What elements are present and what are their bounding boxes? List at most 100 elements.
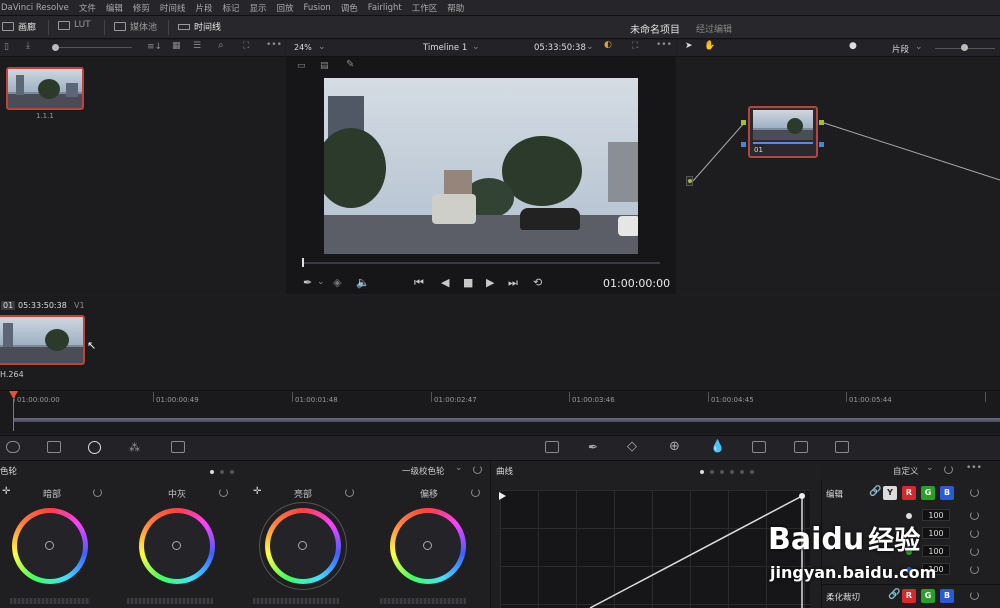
more-options-icon[interactable]: ••• [966, 463, 982, 473]
rgb-mixer-icon[interactable]: ⁂ [129, 441, 140, 454]
softclip-r-button[interactable]: R [902, 589, 916, 603]
channel-r-button[interactable]: R [902, 486, 916, 500]
menu-trim[interactable]: 修剪 [133, 2, 150, 14]
menu-fairlight[interactable]: Fairlight [368, 3, 402, 13]
motion-effects-icon[interactable] [171, 441, 185, 453]
more-options-icon[interactable]: ••• [656, 40, 672, 50]
color-wheels-icon[interactable] [88, 441, 101, 454]
g-intensity-field[interactable]: 100 [922, 545, 950, 557]
node-output-rgb[interactable] [819, 120, 824, 125]
menu-fusion[interactable]: Fusion [304, 3, 331, 13]
reset-icon[interactable] [473, 465, 482, 474]
reset-icon[interactable] [970, 511, 979, 520]
3d-icon[interactable] [835, 441, 849, 453]
skip-back-icon[interactable]: ⏮ [414, 277, 424, 288]
curves-mode-select[interactable]: 自定义 [893, 465, 919, 477]
reset-icon[interactable] [219, 488, 228, 497]
eyedropper-icon[interactable]: ✒ [303, 277, 312, 288]
link-icon[interactable]: 🔗 [888, 589, 900, 600]
gain-master-slider[interactable] [253, 598, 339, 604]
reset-icon[interactable] [970, 529, 979, 538]
curves-icon[interactable] [545, 441, 559, 453]
link-icon[interactable]: 🔗 [869, 486, 881, 497]
menu-edit[interactable]: 编辑 [106, 2, 123, 14]
y-intensity-handle[interactable] [906, 513, 912, 519]
reset-icon[interactable] [93, 488, 102, 497]
channel-b-button[interactable]: B [940, 486, 954, 500]
r-intensity-field[interactable]: 100 [922, 527, 950, 539]
node-input-rgb[interactable] [741, 120, 746, 125]
gamma-wheel-handle[interactable] [172, 541, 181, 550]
chevron-down-icon[interactable]: ⌄ [317, 277, 325, 287]
wheel-mode-select[interactable]: 一级校色轮 [402, 465, 445, 477]
menu-mark[interactable]: 标记 [222, 2, 239, 14]
qualifier-icon[interactable]: ✒ [588, 440, 598, 454]
sort-icon[interactable]: ≡↓ [147, 42, 162, 52]
video-preview[interactable] [324, 78, 638, 254]
reset-icon[interactable] [970, 488, 979, 497]
menu-timeline[interactable]: 时间线 [160, 2, 186, 14]
channel-y-button[interactable]: Y [883, 486, 897, 500]
reset-icon[interactable] [970, 591, 979, 600]
color-match-icon[interactable] [47, 441, 61, 453]
tracker-icon[interactable]: ⊕ [669, 439, 680, 454]
menu-app[interactable]: DaVinci Resolve [1, 3, 69, 13]
reset-icon[interactable] [345, 488, 354, 497]
menu-color[interactable]: 调色 [341, 2, 358, 14]
offset-master-slider[interactable] [380, 598, 466, 604]
play-reverse-icon[interactable]: ◀ [441, 277, 449, 288]
timeline-button[interactable]: 时间线 [178, 20, 221, 33]
y-intensity-field[interactable]: 100 [922, 509, 950, 521]
offset-wheel-handle[interactable] [423, 541, 432, 550]
more-options-icon[interactable]: ••• [266, 40, 282, 50]
crosshair-icon[interactable]: ✛ [2, 486, 10, 497]
loop-icon[interactable]: ⟲ [533, 277, 542, 288]
thumb-size-slider[interactable] [52, 44, 59, 51]
node-input-key[interactable] [741, 142, 746, 147]
sizing-icon[interactable] [794, 441, 808, 453]
menu-clip[interactable]: 片段 [195, 2, 212, 14]
gallery-still[interactable] [6, 67, 84, 110]
import-icon[interactable]: ⤓ [26, 41, 30, 51]
color-picker-icon[interactable]: ◐ [604, 40, 612, 50]
menu-workspace[interactable]: 工作区 [412, 2, 438, 14]
zoom-select[interactable]: 24% [294, 43, 312, 52]
playback-scrubber[interactable] [302, 262, 660, 264]
clip-thumbnail[interactable] [0, 315, 85, 365]
camera-raw-icon[interactable] [6, 441, 20, 453]
menu-view[interactable]: 显示 [249, 2, 266, 14]
softclip-g-button[interactable]: G [921, 589, 935, 603]
page-dots[interactable] [700, 467, 760, 477]
window-icon[interactable]: ◇ [627, 439, 637, 454]
blur-icon[interactable]: 💧 [710, 439, 725, 453]
channel-g-button[interactable]: G [921, 486, 935, 500]
reset-icon[interactable] [970, 547, 979, 556]
list-view-icon[interactable]: ☰ [193, 41, 201, 51]
softclip-b-button[interactable]: B [940, 589, 954, 603]
image-wipe-icon[interactable]: ▭ [297, 61, 306, 71]
split-screen-icon[interactable]: ▤ [320, 61, 329, 71]
reset-icon[interactable] [471, 488, 480, 497]
lut-button[interactable]: LUT [58, 20, 91, 30]
timeline-name[interactable]: Timeline 1 [423, 43, 467, 53]
play-icon[interactable]: ▶ [486, 277, 494, 288]
search-icon[interactable]: ⌕ [218, 40, 224, 51]
color-node-01[interactable]: 01 [748, 106, 818, 158]
lift-master-slider[interactable] [10, 598, 90, 604]
menu-playback[interactable]: 回放 [276, 2, 293, 14]
skip-forward-icon[interactable]: ⏭ [508, 277, 518, 288]
key-icon[interactable] [752, 441, 766, 453]
lift-wheel-handle[interactable] [45, 541, 54, 550]
sidebar-toggle-icon[interactable]: ▯ [4, 42, 9, 52]
fullscreen-icon[interactable]: ⛶ [632, 41, 638, 51]
node-output-key[interactable] [819, 142, 824, 147]
gamma-master-slider[interactable] [127, 598, 213, 604]
menu-help[interactable]: 帮助 [447, 2, 464, 14]
timeline-clip-bar[interactable] [14, 418, 1000, 422]
scrubber-playhead[interactable] [302, 258, 304, 267]
page-dots[interactable] [210, 467, 240, 477]
layers-icon[interactable]: ◈ [333, 277, 341, 288]
volume-icon[interactable]: 🔈 [356, 277, 370, 288]
stop-icon[interactable]: ■ [463, 277, 473, 288]
menu-file[interactable]: 文件 [79, 2, 96, 14]
